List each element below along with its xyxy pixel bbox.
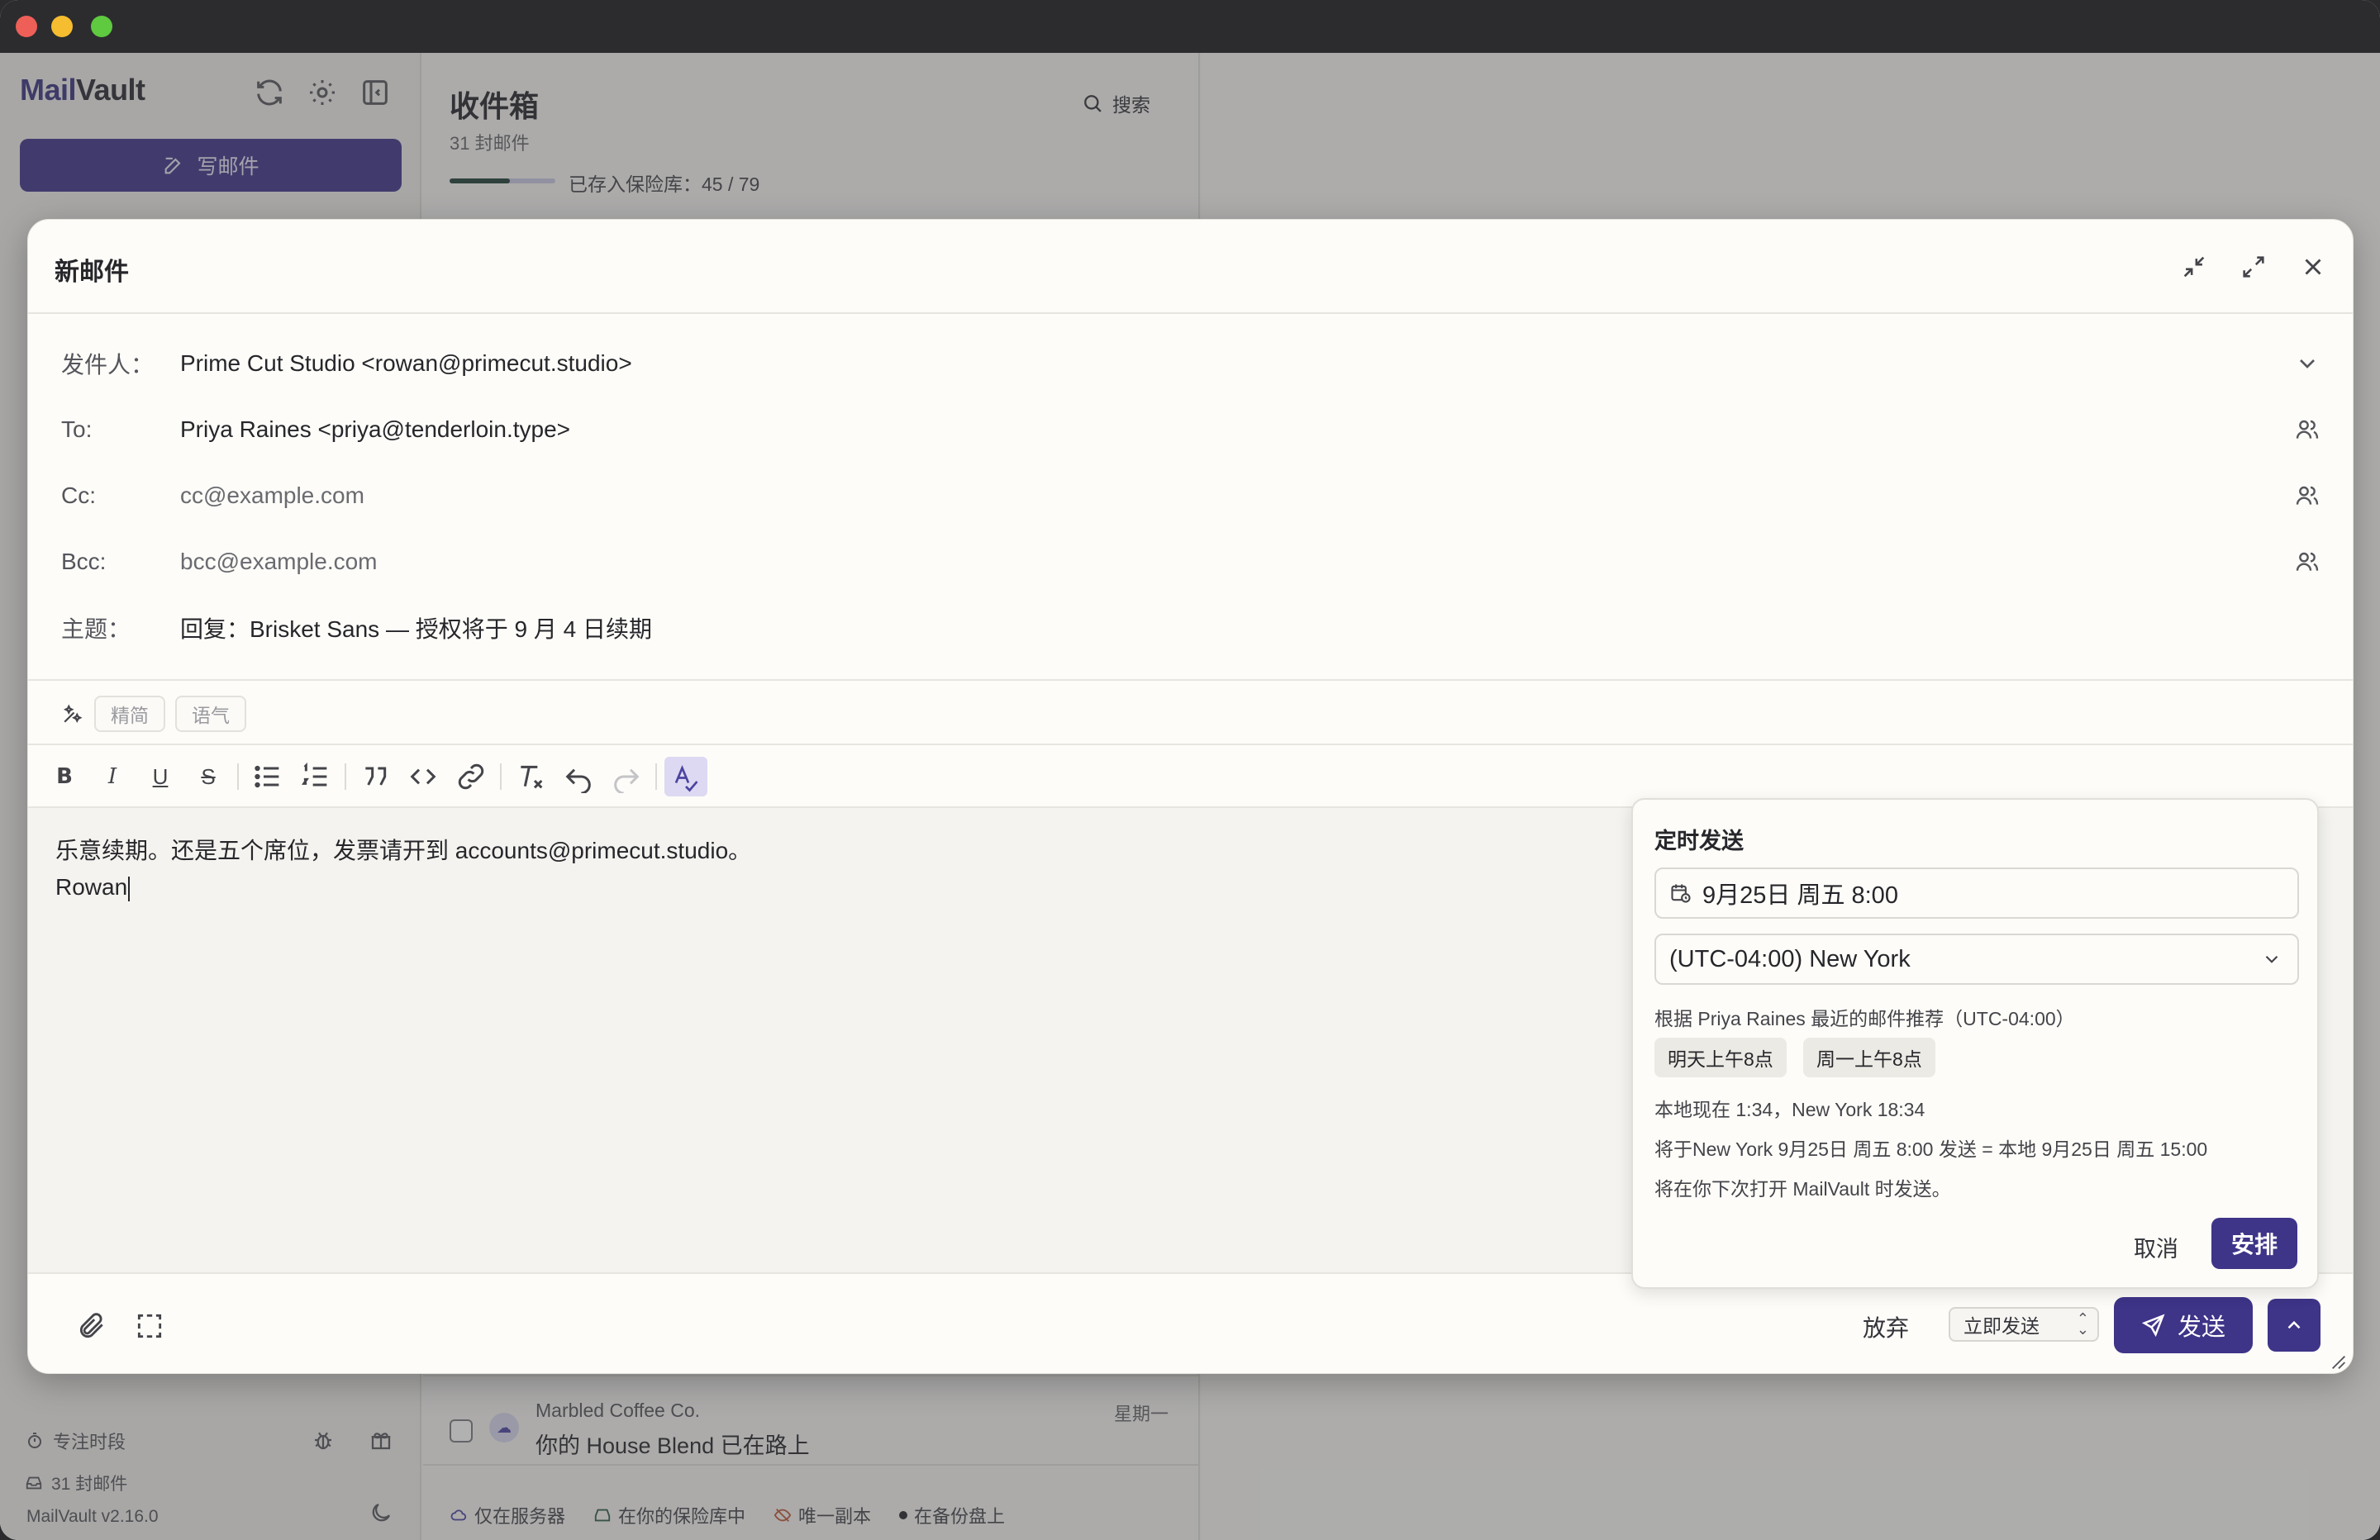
- strikethrough-icon[interactable]: S: [192, 760, 225, 793]
- timezone-value: (UTC-04:00) New York: [1669, 945, 1911, 972]
- quick-pick-tomorrow-8am[interactable]: 明天上午8点: [1654, 1038, 1787, 1077]
- timezone-recommendation: 根据 Priya Raines 最近的邮件推荐（UTC-04:00）: [1654, 1008, 2075, 1029]
- bullet-list-icon[interactable]: [251, 760, 284, 793]
- send-mode-select[interactable]: 立即发送 ⌃ ⌄: [1949, 1307, 2099, 1342]
- to-field[interactable]: To: Priya Raines <priya@tenderloin.type>: [61, 411, 2325, 448]
- quick-pick-monday-8am[interactable]: 周一上午8点: [1803, 1038, 1935, 1077]
- discard-button[interactable]: 放弃: [1863, 1310, 1909, 1343]
- bcc-input[interactable]: bcc@example.com: [180, 549, 378, 575]
- link-icon[interactable]: [455, 760, 488, 793]
- text-caret: [128, 876, 131, 901]
- sparkle-wand-icon: [63, 704, 83, 724]
- send-icon: [2141, 1314, 2165, 1338]
- numbered-list-icon[interactable]: [299, 760, 332, 793]
- quote-icon[interactable]: [359, 760, 392, 793]
- send-mode-value: 立即发送: [1963, 1315, 2040, 1337]
- cc-field[interactable]: Cc: cc@example.com: [61, 478, 2325, 514]
- body-line: 乐意续期。还是五个席位，发票请开到 accounts@primecut.stud…: [55, 838, 752, 863]
- contacts-icon[interactable]: [2294, 416, 2320, 443]
- clear-format-icon[interactable]: [514, 760, 547, 793]
- subject-label: 主题：: [61, 616, 131, 642]
- cc-input[interactable]: cc@example.com: [180, 482, 364, 509]
- compose-title: 新邮件: [55, 259, 129, 286]
- calendar-clock-icon: [1671, 884, 1691, 903]
- scheduled-time-summary: 将于New York 9月25日 周五 8:00 发送 = 本地 9月25日 周…: [1654, 1138, 2208, 1160]
- bcc-label: Bcc:: [61, 549, 107, 574]
- schedule-cancel-button[interactable]: 取消: [2134, 1231, 2178, 1263]
- from-field[interactable]: 发件人： Prime Cut Studio <rowan@primecut.st…: [61, 345, 2325, 382]
- underline-icon[interactable]: U: [144, 760, 177, 793]
- zoom-window-button[interactable]: [91, 16, 112, 37]
- spellcheck-icon[interactable]: [664, 757, 707, 796]
- contacts-icon[interactable]: [2294, 549, 2320, 575]
- schedule-datetime-value: 9月25日 周五 8:00: [1702, 882, 1898, 909]
- bcc-field[interactable]: Bcc: bcc@example.com: [61, 544, 2325, 580]
- to-value[interactable]: Priya Raines <priya@tenderloin.type>: [180, 416, 570, 443]
- chevron-down-icon: [2265, 955, 2278, 963]
- cc-label: Cc:: [61, 482, 96, 508]
- app-window: MailVault 写邮件 专注时段 31 封邮件 MailVault v2.1…: [0, 0, 2380, 1540]
- close-icon[interactable]: [2299, 253, 2327, 281]
- minimize-window-button[interactable]: [51, 16, 73, 37]
- ai-concise-chip[interactable]: 精简: [94, 696, 165, 732]
- minimize-icon[interactable]: [2180, 253, 2208, 281]
- chevron-up-icon: [2287, 1320, 2301, 1329]
- updown-chevron-icon: ⌃ ⌄: [2076, 1310, 2089, 1338]
- subject-input[interactable]: 回复：Brisket Sans — 授权将于 9 月 4 日续期: [180, 611, 652, 644]
- undo-icon[interactable]: [562, 760, 595, 793]
- from-value[interactable]: Prime Cut Studio <rowan@primecut.studio>: [180, 350, 632, 377]
- italic-icon[interactable]: I: [96, 760, 129, 793]
- body-line-signature: Rowan: [55, 874, 131, 901]
- subject-field[interactable]: 主题： 回复：Brisket Sans — 授权将于 9 月 4 日续期: [61, 610, 2325, 646]
- from-label: 发件人：: [61, 352, 155, 378]
- to-label: To:: [61, 416, 93, 442]
- close-window-button[interactable]: [16, 16, 37, 37]
- bold-icon[interactable]: B: [48, 760, 81, 793]
- resize-handle-icon[interactable]: [2330, 1353, 2348, 1371]
- schedule-datetime-input[interactable]: 9月25日 周五 8:00: [1654, 867, 2299, 919]
- title-bar: [0, 0, 2380, 53]
- send-button[interactable]: 发送: [2114, 1297, 2253, 1353]
- selection-icon[interactable]: [134, 1310, 165, 1342]
- schedule-title: 定时发送: [1654, 829, 1744, 853]
- code-icon[interactable]: [407, 760, 440, 793]
- paperclip-icon[interactable]: [76, 1310, 107, 1342]
- ai-tone-chip[interactable]: 语气: [175, 696, 246, 732]
- schedule-send-popover: 定时发送 9月25日 周五 8:00 (UTC-04:00) New York …: [1631, 798, 2319, 1289]
- compose-header: 新邮件: [28, 220, 2353, 314]
- timezone-select[interactable]: (UTC-04:00) New York: [1654, 934, 2299, 985]
- contacts-icon[interactable]: [2294, 482, 2320, 509]
- expand-icon[interactable]: [2240, 253, 2268, 281]
- schedule-note: 将在你下次打开 MailVault 时发送。: [1654, 1178, 1951, 1200]
- schedule-confirm-button[interactable]: 安排: [2211, 1218, 2297, 1269]
- schedule-toggle-button[interactable]: [2268, 1299, 2320, 1352]
- ai-assist-bar: 精简 语气: [28, 679, 2353, 745]
- local-time-now: 本地现在 1:34，New York 18:34: [1654, 1099, 1925, 1120]
- chevron-down-icon[interactable]: [2294, 350, 2320, 377]
- redo-icon[interactable]: [610, 760, 643, 793]
- send-label: 发送: [2177, 1314, 2225, 1341]
